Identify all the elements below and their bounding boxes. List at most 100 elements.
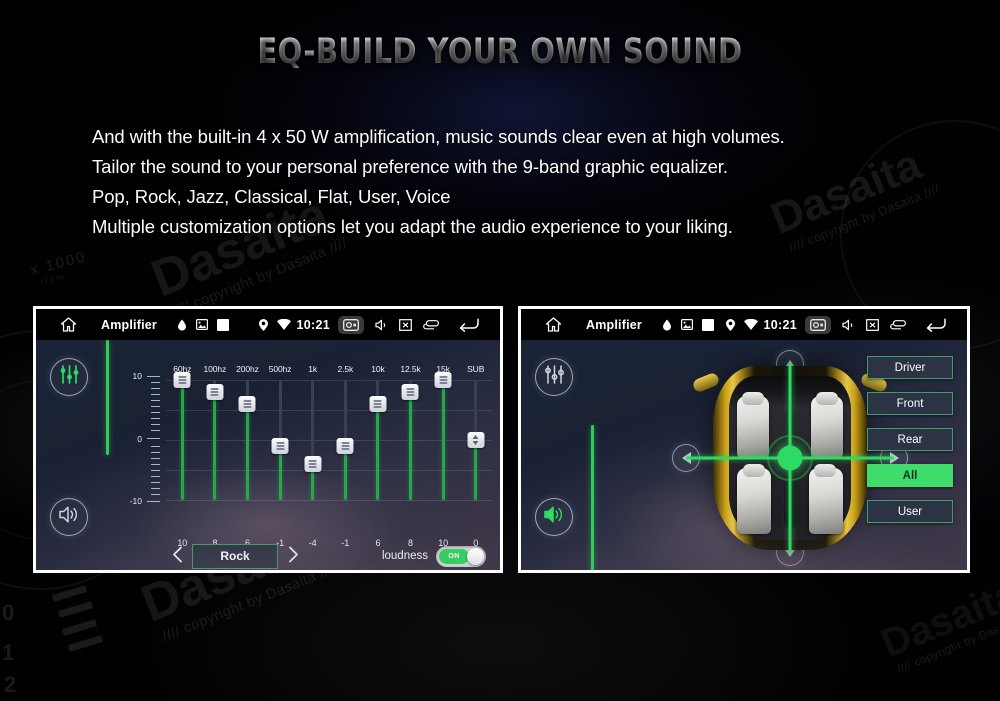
equalizer-band-fill [441, 380, 445, 500]
stepper-up-icon [472, 435, 479, 440]
equalizer-panel: 10 0 -10 60hz 10 100hz 200hz 500hz -1 1k… [36, 340, 500, 570]
equalizer-area: 10 0 -10 60hz 10 100hz 200hz 500hz -1 1k… [122, 340, 494, 570]
multi-window-icon[interactable] [423, 319, 439, 330]
equalizer-band-track[interactable] [401, 380, 419, 500]
multi-window-icon[interactable] [890, 319, 906, 330]
car-diagram[interactable] [686, 362, 894, 554]
equalizer-band-label: 1k [308, 364, 318, 374]
display-off-icon[interactable] [399, 318, 412, 331]
body-line: Tailor the sound to your personal prefer… [92, 156, 728, 178]
scale-label-min: -10 [129, 496, 142, 506]
equalizer-band-fill [376, 404, 380, 500]
loudness-toggle-state: ON [439, 548, 469, 564]
balance-area: Driver Front Rear All User [607, 340, 967, 570]
loudness-control: loudness ON [382, 545, 490, 567]
car-seat-front-right [811, 396, 843, 458]
gauge-digit-2: 2 [4, 672, 18, 697]
volume-mute-icon[interactable] [375, 319, 388, 331]
zone-button-user[interactable]: User [867, 500, 953, 523]
equalizer-band-track[interactable] [304, 380, 322, 500]
panel-accent-bar [591, 425, 594, 570]
image-icon [680, 319, 693, 330]
equalizer-band-track[interactable] [336, 380, 354, 500]
back-arrow-icon[interactable] [923, 317, 947, 332]
equalizer-band-fill [245, 404, 249, 500]
car-headrest-front-left [742, 392, 764, 405]
display-off-icon[interactable] [866, 318, 879, 331]
equalizer-band-knob[interactable] [304, 456, 322, 472]
loudness-toggle[interactable]: ON [436, 545, 486, 567]
back-arrow-icon[interactable] [456, 317, 480, 332]
equalizer-band-knob[interactable] [206, 384, 224, 400]
car-seat-front-left [737, 396, 769, 458]
status-bar-time: 10:21 [296, 317, 330, 332]
equalizer-band-knob[interactable] [173, 372, 191, 388]
panel-accent-bar [106, 340, 109, 455]
preset-next-button[interactable] [282, 543, 304, 569]
zone-button-front[interactable]: Front [867, 392, 953, 415]
equalizer-band-knob[interactable] [336, 438, 354, 454]
droplet-icon [662, 319, 672, 331]
equalizer-band-track[interactable] [173, 372, 191, 500]
body-copy: And with the built-in 4 x 50 W amplifica… [92, 122, 932, 243]
gauge-digit-0: 0 [2, 600, 16, 625]
equalizer-band-track[interactable] [369, 380, 387, 500]
equalizer-band-track[interactable] [238, 380, 256, 500]
scale-label-mid: 0 [137, 434, 142, 444]
loudness-toggle-knob [467, 547, 484, 565]
speaker-balance-icon [543, 505, 565, 529]
equalizer-band-knob[interactable] [434, 372, 452, 388]
equalizer-band-track[interactable] [271, 380, 289, 500]
equalizer-band-label: 12.5k [400, 364, 421, 374]
equalizer-band-label: SUB [467, 364, 485, 374]
equalizer-mode-button[interactable] [535, 358, 573, 396]
preset-prev-button[interactable] [166, 543, 188, 569]
equalizer-band-fill [474, 440, 478, 500]
car-mirror-left [691, 371, 721, 394]
equalizer-band-track[interactable] [434, 372, 452, 500]
equalizer-band-track[interactable] [467, 380, 485, 500]
zone-button-list: Driver Front Rear All User [867, 356, 953, 536]
equalizer-band-knob[interactable] [369, 396, 387, 412]
droplet-icon [177, 319, 187, 331]
status-bar: Amplifier 10:21 [36, 309, 500, 340]
equalizer-band-fill [213, 392, 217, 500]
status-bar-time: 10:21 [763, 317, 797, 332]
equalizer-band-fill [343, 446, 347, 500]
wifi-icon [743, 319, 758, 330]
zone-button-all[interactable]: All [867, 464, 953, 487]
status-bar-title: Amplifier [101, 317, 157, 332]
equalizer-band-knob[interactable] [467, 432, 485, 448]
chevron-left-icon [172, 546, 183, 567]
equalizer-mode-button[interactable] [50, 358, 88, 396]
screenshot-icon[interactable] [805, 315, 831, 334]
car-headrest-front-right [816, 392, 838, 405]
page-title: EQ-BUILD YOUR OWN SOUND [40, 32, 960, 72]
image-icon [195, 319, 208, 330]
screenshot-icon[interactable] [338, 315, 364, 334]
car-headrest-rear-right [814, 464, 836, 477]
balance-mode-button[interactable] [535, 498, 573, 536]
zone-button-rear[interactable]: Rear [867, 428, 953, 451]
body-line: Multiple customization options let you a… [92, 216, 733, 238]
body-line: Pop, Rock, Jazz, Classical, Flat, User, … [92, 186, 451, 208]
balance-panel: Driver Front Rear All User [521, 340, 967, 570]
equalizer-band-knob[interactable] [401, 384, 419, 400]
equalizer-band-label: 10k [371, 364, 385, 374]
equalizer-band-knob[interactable] [271, 438, 289, 454]
equalizer-band-knob[interactable] [238, 396, 256, 412]
balance-mode-button[interactable] [50, 498, 88, 536]
zone-button-driver[interactable]: Driver [867, 356, 953, 379]
volume-mute-icon[interactable] [842, 319, 855, 331]
crosshair-handle[interactable] [777, 445, 803, 471]
gauge-digit-1: 1 [2, 640, 16, 665]
equalizer-sliders-icon [544, 365, 565, 389]
home-icon[interactable] [60, 317, 77, 332]
square-icon [701, 318, 714, 331]
location-pin-icon [725, 318, 735, 331]
equalizer-band-track[interactable] [206, 380, 224, 500]
chevron-right-icon [288, 546, 299, 567]
scale-label-max: 10 [132, 371, 142, 381]
preset-value[interactable]: Rock [192, 543, 278, 569]
home-icon[interactable] [545, 317, 562, 332]
